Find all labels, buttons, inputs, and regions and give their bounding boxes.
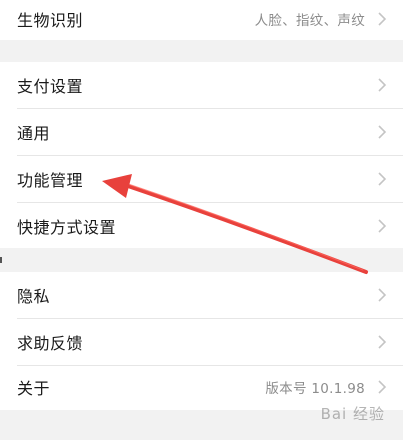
chevron-right-icon [378, 335, 387, 349]
row-help-feedback[interactable]: 求助反馈 [0, 319, 403, 365]
chevron-right-icon [378, 172, 387, 186]
edge-mark [0, 257, 2, 263]
settings-group-security: 生物识别 人脸、指纹、声纹 [0, 0, 403, 40]
chevron-right-icon [378, 125, 387, 139]
settings-screen: 生物识别 人脸、指纹、声纹 支付设置 通用 功能管理 快捷方式设置 隐私 求助反… [0, 0, 403, 440]
settings-group-general: 支付设置 通用 功能管理 快捷方式设置 [0, 62, 403, 248]
chevron-right-icon [378, 288, 387, 302]
biometrics-label: 生物识别 [17, 11, 84, 30]
shortcut-settings-label: 快捷方式设置 [17, 218, 117, 237]
settings-group-about: 隐私 求助反馈 关于 版本号 10.1.98 [0, 272, 403, 410]
row-shortcut-settings[interactable]: 快捷方式设置 [0, 203, 403, 249]
general-label: 通用 [17, 124, 51, 143]
biometrics-value: 人脸、指纹、声纹 [254, 13, 365, 29]
feature-management-label: 功能管理 [17, 171, 84, 190]
help-feedback-label: 求助反馈 [17, 334, 84, 353]
version-value: 版本号 10.1.98 [265, 381, 365, 397]
chevron-right-icon [378, 219, 387, 233]
row-general[interactable]: 通用 [0, 109, 403, 155]
chevron-right-icon [378, 380, 387, 394]
row-feature-management[interactable]: 功能管理 [0, 156, 403, 202]
chevron-right-icon [378, 12, 387, 26]
chevron-right-icon [378, 78, 387, 92]
payment-settings-label: 支付设置 [17, 77, 84, 96]
row-payment-settings[interactable]: 支付设置 [0, 62, 403, 108]
row-privacy[interactable]: 隐私 [0, 272, 403, 318]
watermark: Bai 经验 [320, 405, 385, 423]
row-biometrics[interactable]: 生物识别 人脸、指纹、声纹 [0, 0, 403, 42]
about-label: 关于 [17, 379, 51, 398]
privacy-label: 隐私 [17, 287, 51, 306]
